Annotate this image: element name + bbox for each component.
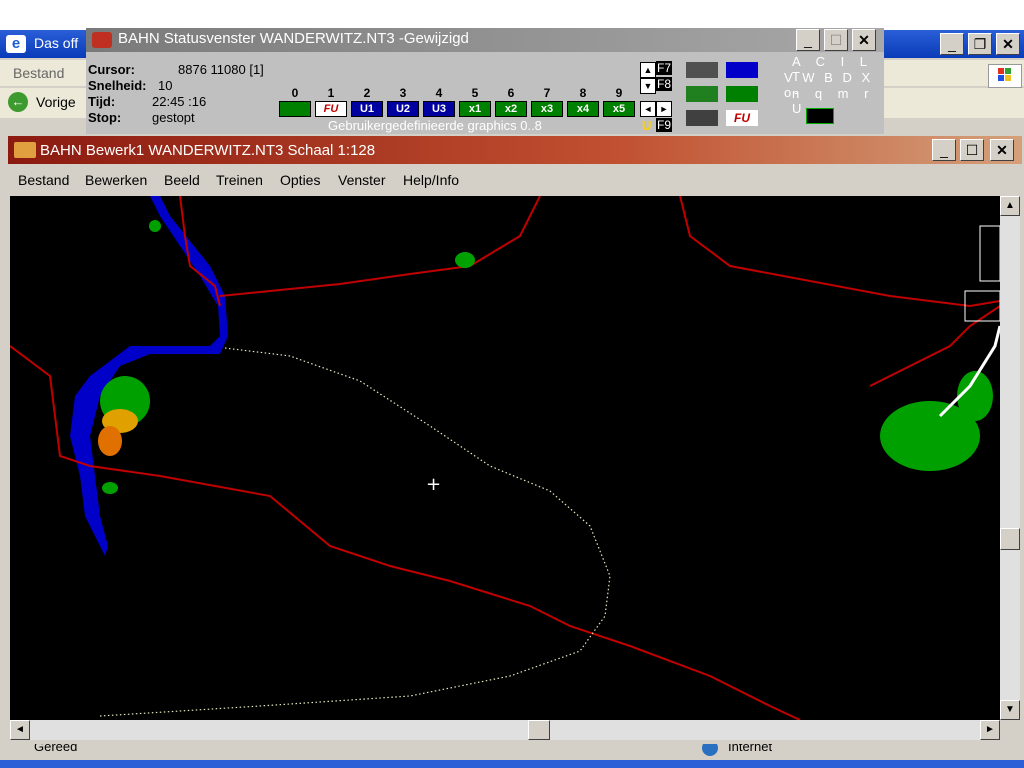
digit-label: 5	[471, 86, 479, 100]
track-east	[679, 195, 1001, 308]
u-label: U	[642, 118, 652, 133]
menu-help-info[interactable]: Help/Info	[403, 172, 459, 188]
layout-map: +	[9, 195, 1002, 721]
gray-block-icon[interactable]	[686, 62, 718, 78]
back-label: Vorige	[36, 94, 76, 110]
scroll-up-arrow-icon[interactable]: ▲	[640, 62, 656, 78]
editor-menubar: Bestand Bewerken Beeld Treinen Opties Ve…	[8, 166, 1022, 194]
graphics-caption: Gebruikergedefinieerde graphics 0..8	[328, 118, 542, 133]
horizontal-scrollbar[interactable]: ◄ ►	[10, 720, 1000, 740]
editor-minimize-button[interactable]: _	[932, 139, 956, 161]
forest-small-south	[102, 482, 118, 494]
map-canvas[interactable]: +	[9, 195, 1002, 721]
menu-bestand[interactable]: Bestand	[18, 172, 69, 188]
status-window: BAHN Statusvenster WANDERWITZ.NT3 -Gewij…	[86, 28, 884, 134]
status-title: BAHN Statusvenster WANDERWITZ.NT3 -Gewij…	[118, 30, 469, 47]
track-north	[219, 195, 541, 297]
graphic-slot-7[interactable]: x3	[531, 101, 563, 117]
digit-label: 8	[579, 86, 587, 100]
vertical-scroll-thumb[interactable]	[1000, 528, 1020, 550]
town-west-south	[98, 426, 122, 456]
vertical-scrollbar[interactable]: ▲ ▼	[1000, 196, 1020, 720]
menu-bewerken[interactable]: Bewerken	[85, 172, 147, 188]
f8-key[interactable]: F8	[656, 77, 673, 91]
track-tile-icon[interactable]	[686, 86, 718, 102]
ie-icon: e	[6, 35, 26, 53]
train-icon	[14, 142, 36, 158]
horizontal-scroll-thumb[interactable]	[528, 720, 550, 740]
digit-label: 0	[291, 86, 299, 100]
digit-label: 1	[327, 86, 335, 100]
graphic-slot-5[interactable]: x1	[459, 101, 491, 117]
menu-beeld[interactable]: Beeld	[164, 172, 200, 188]
back-arrow-icon: ←	[8, 92, 28, 112]
road-tile-icon[interactable]	[686, 110, 718, 126]
digit-label: 4	[435, 86, 443, 100]
graphic-slot-9[interactable]: x5	[603, 101, 635, 117]
taskbar	[0, 760, 1024, 768]
forest-north	[455, 252, 475, 268]
stop-label: Stop:	[88, 110, 122, 125]
editor-title: BAHN Bewerk1 WANDERWITZ.NT3 Schaal 1:128	[40, 142, 376, 159]
status-minimize-button[interactable]: _	[796, 29, 820, 51]
status-close-button[interactable]: ✕	[852, 29, 876, 51]
editor-close-button[interactable]: ✕	[990, 139, 1014, 161]
train-icon	[92, 32, 112, 48]
forest-northwest	[149, 220, 161, 232]
graphic-slot-4[interactable]: U3	[423, 101, 455, 117]
menu-treinen[interactable]: Treinen	[216, 172, 263, 188]
menu-venster[interactable]: Venster	[338, 172, 385, 188]
windows-logo-icon	[988, 64, 1022, 88]
scroll-down-button[interactable]: ▼	[1000, 700, 1020, 720]
graphic-slot-0[interactable]	[279, 101, 311, 117]
cursor-label: Cursor:	[88, 62, 135, 77]
scroll-down-arrow-icon[interactable]: ▼	[640, 78, 656, 94]
time-label: Tijd:	[88, 94, 116, 109]
digit-label: 9	[615, 86, 623, 100]
graphic-slot-3[interactable]: U2	[387, 101, 419, 117]
graphic-slot-1[interactable]: FU	[315, 101, 347, 117]
stop-value: gestopt	[152, 110, 195, 125]
editor-window: BAHN Bewerk1 WANDERWITZ.NT3 Schaal 1:128…	[8, 136, 1022, 744]
cursor-crosshair: +	[426, 474, 441, 495]
menu-opties[interactable]: Opties	[280, 172, 320, 188]
browser-close-button[interactable]: ✕	[996, 33, 1020, 55]
scroll-up-button[interactable]: ▲	[1000, 196, 1020, 216]
tree-tile-icon[interactable]	[726, 86, 758, 102]
digit-label: 2	[363, 86, 371, 100]
building-east	[979, 225, 1001, 282]
graphic-slot-2[interactable]: U1	[351, 101, 383, 117]
status-maximize-button[interactable]: ☐	[824, 29, 848, 51]
f9-key[interactable]: F9	[656, 118, 673, 132]
browser-restore-button[interactable]: ❐	[968, 33, 992, 55]
graphic-slot-6[interactable]: x2	[495, 101, 527, 117]
right-arrow-icon[interactable]: ►	[656, 101, 672, 117]
browser-menu-bestand[interactable]: Bestand	[13, 65, 64, 81]
digit-label: 7	[543, 86, 551, 100]
status-titlebar: BAHN Statusvenster WANDERWITZ.NT3 -Gewij…	[86, 28, 884, 52]
water-tile-icon[interactable]	[726, 62, 758, 78]
digit-label: 6	[507, 86, 515, 100]
status-body: Cursor: 8876 11080 [1] Snelheid: 10 Tijd…	[86, 52, 884, 134]
editor-titlebar: BAHN Bewerk1 WANDERWITZ.NT3 Schaal 1:128…	[8, 136, 1022, 164]
speed-label: Snelheid:	[88, 78, 147, 93]
cursor-value: 8876 11080 [1]	[178, 62, 264, 77]
graphic-slot-8[interactable]: x4	[567, 101, 599, 117]
f7-key[interactable]: F7	[656, 61, 673, 75]
speed-value: 10	[158, 78, 173, 93]
editor-maximize-button[interactable]: ☐	[960, 139, 984, 161]
back-button[interactable]: ← Vorige	[8, 92, 82, 116]
river	[70, 196, 228, 556]
browser-minimize-button[interactable]: _	[940, 33, 964, 55]
scroll-right-button[interactable]: ►	[980, 720, 1000, 740]
fu-tile[interactable]: FU	[726, 110, 758, 126]
dotted-route	[99, 347, 611, 717]
left-arrow-icon[interactable]: ◄	[640, 101, 656, 117]
digit-label: 3	[399, 86, 407, 100]
time-value: 22:45 :16	[152, 94, 207, 109]
scroll-left-button[interactable]: ◄	[10, 720, 30, 740]
tram-icon[interactable]	[806, 108, 834, 124]
browser-title: Das off	[34, 35, 79, 51]
